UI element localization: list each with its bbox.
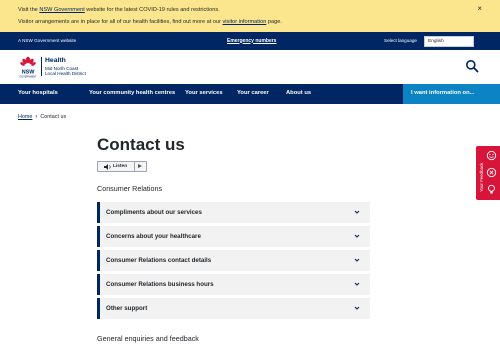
language-select[interactable]: English	[424, 35, 474, 47]
close-icon[interactable]: ×	[477, 4, 482, 13]
chevron-down-icon	[354, 282, 360, 286]
alert-text: website for the latest COVID-19 rules an…	[84, 7, 220, 13]
logo-subtext: GOVERNMENT	[19, 76, 37, 79]
alert-text: page.	[266, 19, 282, 25]
nav-item-your-services[interactable]: Your services	[185, 90, 223, 96]
breadcrumb-home-link[interactable]: Home	[18, 114, 32, 120]
chevron-down-icon	[354, 234, 360, 238]
smile-icon[interactable]	[486, 150, 497, 161]
accordion-label: Consumer Relations contact details	[106, 257, 212, 264]
chevron-down-icon	[354, 210, 360, 214]
select-language-label: Select language	[384, 38, 417, 43]
logo-divider	[41, 57, 42, 76]
accordion-concerns[interactable]: Concerns about your healthcare	[97, 226, 370, 247]
cancel-circle-icon[interactable]	[486, 167, 497, 178]
nav-item-your-hospitals[interactable]: Your hospitals	[18, 90, 58, 96]
feedback-label-wrap: Your Feedback	[478, 150, 484, 196]
alert-line-visitor: Visitor arrangements are in place for al…	[18, 19, 282, 25]
nsw-waratah-logo[interactable]: NSW GOVERNMENT	[18, 55, 38, 79]
chevron-right-icon: ›	[35, 114, 38, 120]
alert-text: Visit the	[18, 7, 40, 13]
i-want-information-button[interactable]: I want information on...	[403, 84, 500, 104]
visitor-information-link[interactable]: visitor information	[222, 19, 266, 25]
play-icon	[138, 164, 142, 168]
general-enquiries-heading: General enquiries and feedback	[97, 334, 199, 343]
health-brand-title: Health	[45, 57, 66, 64]
accordion-label: Concerns about your healthcare	[106, 233, 201, 240]
accordion-label: Consumer Relations business hours	[106, 281, 214, 288]
page-title: Contact us	[97, 135, 185, 154]
site-header: NSW GOVERNMENT Health Mid North Coast Lo…	[0, 50, 500, 84]
breadcrumb: Home › Contact us	[18, 114, 66, 120]
accordion-label: Other support	[106, 305, 148, 312]
nsw-government-website-label: A NSW Government website	[18, 38, 77, 43]
accordion-compliments[interactable]: Compliments about our services	[97, 202, 370, 223]
alert-text: Visitor arrangements are in place for al…	[18, 19, 223, 25]
district-line-2: Local Health District	[45, 71, 86, 76]
alert-line-covid: Visit the NSW Government website for the…	[18, 7, 220, 13]
covid-alert-bar: Visit the NSW Government website for the…	[0, 0, 500, 32]
chevron-down-icon	[354, 258, 360, 262]
accordion-other-support[interactable]: Other support	[97, 298, 370, 319]
listen-divider	[134, 162, 135, 171]
nav-item-community-health-centres[interactable]: Your community health centres	[89, 90, 175, 96]
listen-button[interactable]: Listen	[97, 161, 147, 172]
breadcrumb-current: Contact us	[40, 114, 67, 120]
feedback-label: Your Feedback	[479, 162, 484, 192]
emergency-numbers-link[interactable]: Emergency numbers	[227, 38, 276, 44]
nsw-government-link[interactable]: NSW Government	[39, 7, 84, 13]
lightbulb-icon[interactable]	[486, 184, 497, 195]
nav-item-about-us[interactable]: About us	[286, 90, 311, 96]
consumer-relations-heading: Consumer Relations	[97, 184, 163, 193]
speaker-icon	[104, 164, 111, 170]
accordion-contact-details[interactable]: Consumer Relations contact details	[97, 250, 370, 271]
listen-label: Listen	[113, 164, 128, 169]
masthead: A NSW Government website Emergency numbe…	[0, 32, 500, 50]
accordion-label: Compliments about our services	[106, 209, 202, 216]
nav-item-your-career[interactable]: Your career	[237, 90, 269, 96]
chevron-down-icon	[354, 306, 360, 310]
feedback-tab[interactable]: Your Feedback	[476, 146, 500, 200]
search-icon[interactable]	[465, 59, 479, 73]
accordion-business-hours[interactable]: Consumer Relations business hours	[97, 274, 370, 295]
